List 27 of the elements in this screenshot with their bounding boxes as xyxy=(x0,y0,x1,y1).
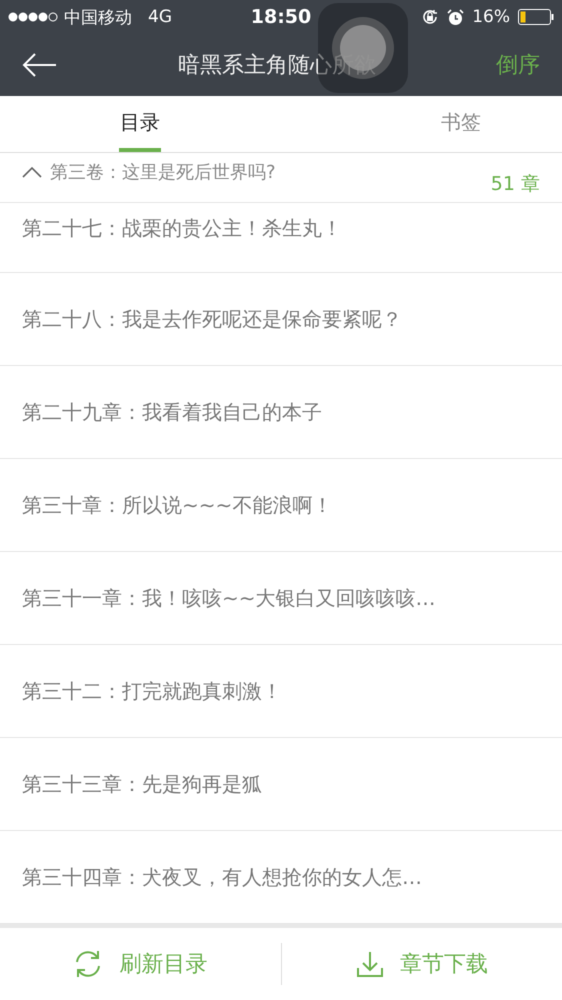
collapse-caret-icon[interactable] xyxy=(22,166,42,178)
download-chapters-button[interactable]: 章节下载 xyxy=(282,934,562,994)
chapter-item[interactable]: 第三十三章：先是狗再是狐 xyxy=(0,738,562,831)
refresh-catalog-button[interactable]: 刷新目录 xyxy=(0,934,280,994)
chapter-item[interactable]: 第二十七：战栗的贵公主！杀生丸！ xyxy=(0,203,562,273)
alarm-icon xyxy=(447,8,464,26)
back-button[interactable] xyxy=(22,53,58,77)
carrier-name: 中国移动 xyxy=(64,6,132,28)
chapter-count: 51 章 xyxy=(490,172,540,196)
tab[interactable]: 书签 xyxy=(280,96,562,152)
chapter-item[interactable]: 第三十四章：犬夜叉，有人想抢你的女人怎… xyxy=(0,831,562,924)
download-icon xyxy=(356,950,384,978)
reverse-order-button[interactable]: 倒序 xyxy=(496,50,540,80)
battery-percent: 16% xyxy=(472,7,510,27)
chapter-item[interactable]: 第二十八：我是去作死呢还是保命要紧呢？ xyxy=(0,273,562,366)
tab[interactable]: 目录 xyxy=(119,96,161,152)
back-arrow-icon xyxy=(22,53,58,77)
chapter-item[interactable]: 第三十章：所以说~~~不能浪啊！ xyxy=(0,459,562,552)
volume-title: 第三卷：这里是死后世界吗? xyxy=(50,160,276,184)
battery-icon xyxy=(518,9,554,25)
chapter-item[interactable]: 第三十一章：我！咳咳~~大银白又回咳咳咳… xyxy=(0,552,562,645)
rotation-lock-icon xyxy=(421,8,440,26)
network-type: 4G xyxy=(148,7,172,27)
chapter-item[interactable]: 第三十二：打完就跑真刺激！ xyxy=(0,645,562,738)
clock-time: 18:50 xyxy=(250,6,312,28)
chapter-item[interactable]: 第二十九章：我看着我自己的本子 xyxy=(0,366,562,459)
signal-icon xyxy=(8,12,58,22)
